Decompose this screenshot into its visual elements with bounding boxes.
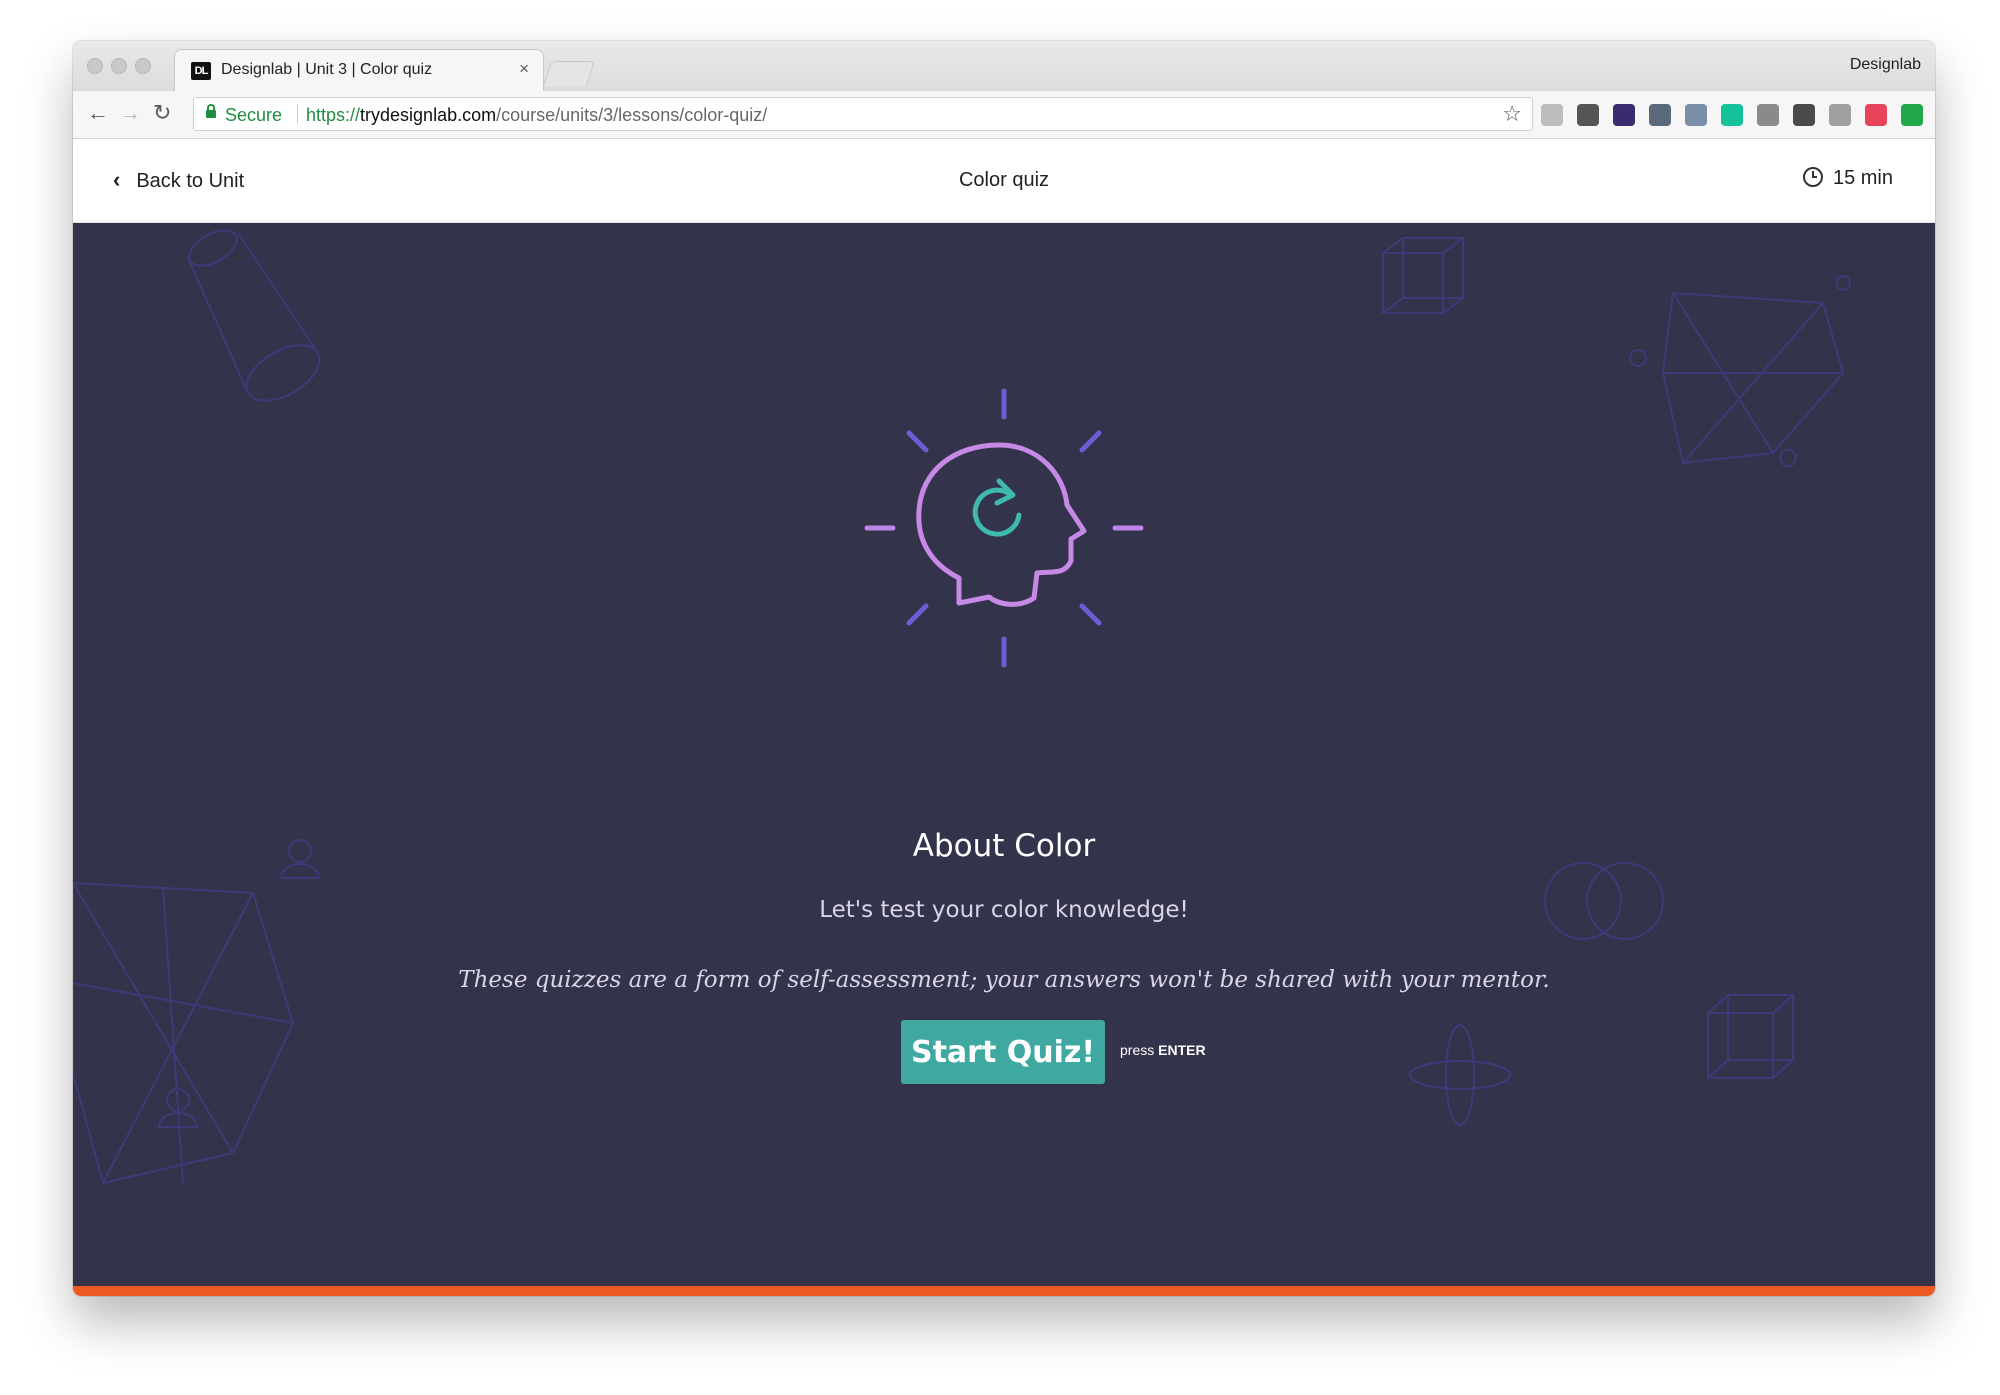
duration-label: 15 min xyxy=(1832,167,1893,189)
page-title: Color quiz xyxy=(958,169,1050,191)
quiz-title: About Color xyxy=(912,828,1096,864)
forward-arrow-icon[interactable]: → xyxy=(119,101,141,125)
idea-head-icon xyxy=(864,388,1144,668)
close-window-button[interactable] xyxy=(87,58,103,74)
tab-close-icon[interactable]: × xyxy=(519,59,529,79)
keyboard-hint-prefix: press xyxy=(1120,1042,1155,1058)
upload-extension-icon[interactable] xyxy=(1901,104,1923,126)
grammarly-extension-icon[interactable] xyxy=(1721,104,1743,126)
url-host: trydesignlab.com xyxy=(360,105,497,125)
m-extension-icon[interactable] xyxy=(1793,104,1815,126)
bookmark-star-icon[interactable]: ☆ xyxy=(1502,101,1522,127)
orbit-doodle xyxy=(1409,1024,1511,1126)
browser-tab-active[interactable]: DL Designlab | Unit 3 | Color quiz × xyxy=(174,49,544,91)
url-text[interactable]: https://trydesignlab.com/course/units/3/… xyxy=(306,105,767,126)
clock-icon xyxy=(1802,167,1823,187)
minimize-window-button[interactable] xyxy=(111,58,127,74)
designlab-favicon-icon: DL xyxy=(191,62,211,80)
new-tab-button[interactable] xyxy=(542,61,596,86)
network-doodle xyxy=(1629,275,1851,467)
ray-top-right xyxy=(1079,430,1102,453)
camera-extension-icon[interactable] xyxy=(1829,104,1851,126)
lock-icon xyxy=(206,104,216,118)
tab-strip: DL Designlab | Unit 3 | Color quiz × Des… xyxy=(73,41,1935,91)
lesson-duration: 15 min xyxy=(1802,167,1893,190)
light-rays xyxy=(864,388,1144,668)
url-path: /course/units/3/lessons/color-quiz/ xyxy=(496,105,768,125)
ray-top-left xyxy=(906,430,929,453)
browser-profile-name[interactable]: Designlab xyxy=(1850,56,1921,74)
url-protocol: https:// xyxy=(306,105,361,125)
tab-title: Designlab | Unit 3 | Color quiz xyxy=(221,61,433,78)
omnibox-divider xyxy=(297,104,298,124)
extensions-bar xyxy=(1541,104,1923,126)
head-outline xyxy=(916,442,1087,607)
reload-icon[interactable]: ↻ xyxy=(153,101,171,125)
browser-toolbar: ← → ↻ Secure https://trydesignlab.com/co… xyxy=(73,91,1935,139)
dots-extension-icon[interactable] xyxy=(1649,104,1671,126)
ray-bottom-right xyxy=(1079,603,1102,626)
quiz-disclaimer: These quizzes are a form of self-assessm… xyxy=(458,967,1550,993)
keyboard-hint: press ENTER xyxy=(1120,1042,1206,1058)
back-arrow-icon[interactable]: ← xyxy=(87,101,109,125)
screen-extension-icon[interactable] xyxy=(1685,104,1707,126)
quiz-intro-hero: About Color Let's test your color knowle… xyxy=(73,223,1935,1286)
progress-bar xyxy=(73,1286,1935,1296)
rainbow-extension-icon[interactable] xyxy=(1865,104,1887,126)
ray-bottom-left xyxy=(906,603,929,626)
secure-label: Secure xyxy=(225,105,283,125)
polygon-web-doodle xyxy=(73,881,295,1185)
cube-doodle xyxy=(1382,237,1464,314)
cylinder-doodle xyxy=(187,229,321,402)
quiz-subtitle: Let's test your color knowledge! xyxy=(819,897,1189,923)
address-bar[interactable]: Secure https://trydesignlab.com/course/u… xyxy=(193,97,1533,131)
zoom-window-button[interactable] xyxy=(135,58,151,74)
hexagon-extension-icon[interactable] xyxy=(1577,104,1599,126)
browser-window: DL Designlab | Unit 3 | Color quiz × Des… xyxy=(73,41,1935,1296)
eye-extension-icon[interactable] xyxy=(1757,104,1779,126)
lesson-header: ‹ Back to Unit Color quiz 15 min xyxy=(73,139,1935,223)
cube-doodle-2 xyxy=(1707,994,1794,1079)
cloud-extension-icon[interactable] xyxy=(1541,104,1563,126)
color-picker-extension-icon[interactable] xyxy=(1613,104,1635,126)
start-quiz-button[interactable]: Start Quiz! xyxy=(901,1020,1105,1084)
keyboard-hint-key: ENTER xyxy=(1158,1042,1206,1058)
